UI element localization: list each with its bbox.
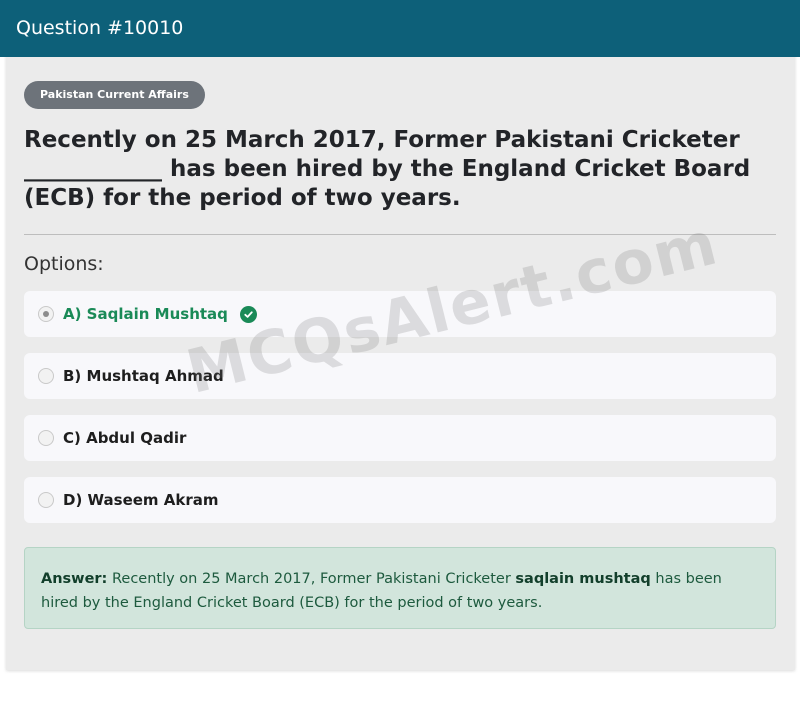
answer-highlight: saqlain mushtaq	[515, 571, 651, 587]
question-text: Recently on 25 March 2017, Former Pakist…	[24, 127, 751, 211]
answer-explanation: Answer: Recently on 25 March 2017, Forme…	[24, 547, 776, 629]
radio-button-selected[interactable]	[38, 306, 54, 322]
question-number-title: Question #10010	[16, 17, 184, 39]
option-b[interactable]: B) Mushtaq Ahmad	[24, 353, 776, 399]
check-circle-icon	[239, 305, 257, 323]
category-badge[interactable]: Pakistan Current Affairs	[24, 81, 205, 109]
radio-button[interactable]	[38, 492, 54, 508]
option-label: A) Saqlain Mushtaq	[63, 305, 228, 323]
options-label: Options:	[24, 253, 104, 275]
question-header: Question #10010	[0, 0, 800, 57]
answer-prefix: Answer:	[41, 571, 108, 587]
option-label: C) Abdul Qadir	[63, 429, 187, 447]
radio-button[interactable]	[38, 430, 54, 446]
option-a[interactable]: A) Saqlain Mushtaq	[24, 291, 776, 337]
option-c[interactable]: C) Abdul Qadir	[24, 415, 776, 461]
option-d[interactable]: D) Waseem Akram	[24, 477, 776, 523]
option-label: D) Waseem Akram	[63, 491, 219, 509]
divider	[24, 234, 776, 235]
answer-text-before: Recently on 25 March 2017, Former Pakist…	[111, 571, 511, 587]
option-label: B) Mushtaq Ahmad	[63, 367, 224, 385]
radio-button[interactable]	[38, 368, 54, 384]
